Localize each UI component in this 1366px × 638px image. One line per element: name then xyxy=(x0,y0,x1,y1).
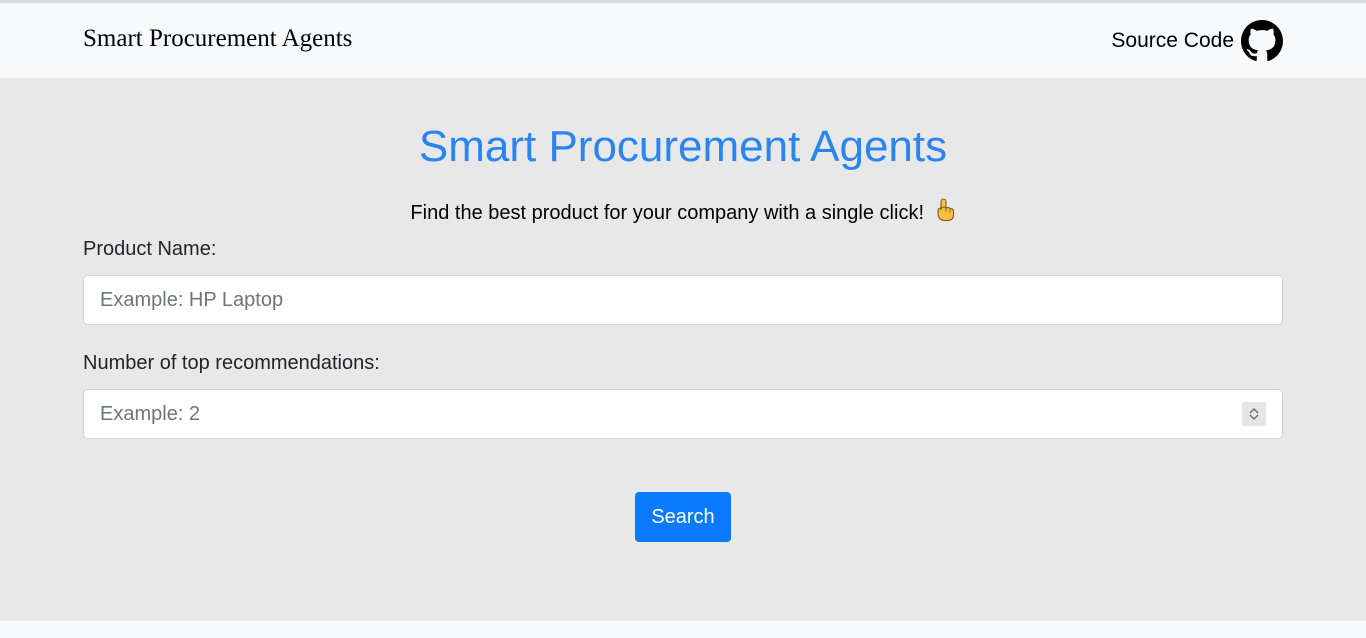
github-icon xyxy=(1241,20,1283,61)
source-code-link[interactable]: Source Code xyxy=(1111,20,1283,62)
product-name-input[interactable] xyxy=(83,275,1283,325)
tagline: Find the best product for your company w… xyxy=(0,198,1366,225)
recommendation-count-input[interactable] xyxy=(83,389,1283,439)
chevron-up-icon[interactable] xyxy=(1249,407,1259,414)
page-footer-strip xyxy=(0,621,1366,638)
number-stepper[interactable] xyxy=(1242,402,1266,426)
main-section: Smart Procurement Agents Find the best p… xyxy=(0,78,1366,621)
source-code-label: Source Code xyxy=(1111,29,1234,52)
recommendation-count-label: Number of top recommendations: xyxy=(83,352,380,374)
product-name-label: Product Name: xyxy=(83,238,217,260)
navbar-brand[interactable]: Smart Procurement Agents xyxy=(83,25,352,53)
search-button[interactable]: Search xyxy=(635,492,731,542)
pointing-hand-icon xyxy=(937,198,954,222)
page-title: Smart Procurement Agents xyxy=(418,122,948,171)
tagline-text: Find the best product for your company w… xyxy=(410,202,924,224)
navbar: Smart Procurement Agents Source Code xyxy=(0,3,1366,78)
chevron-down-icon[interactable] xyxy=(1249,414,1259,421)
